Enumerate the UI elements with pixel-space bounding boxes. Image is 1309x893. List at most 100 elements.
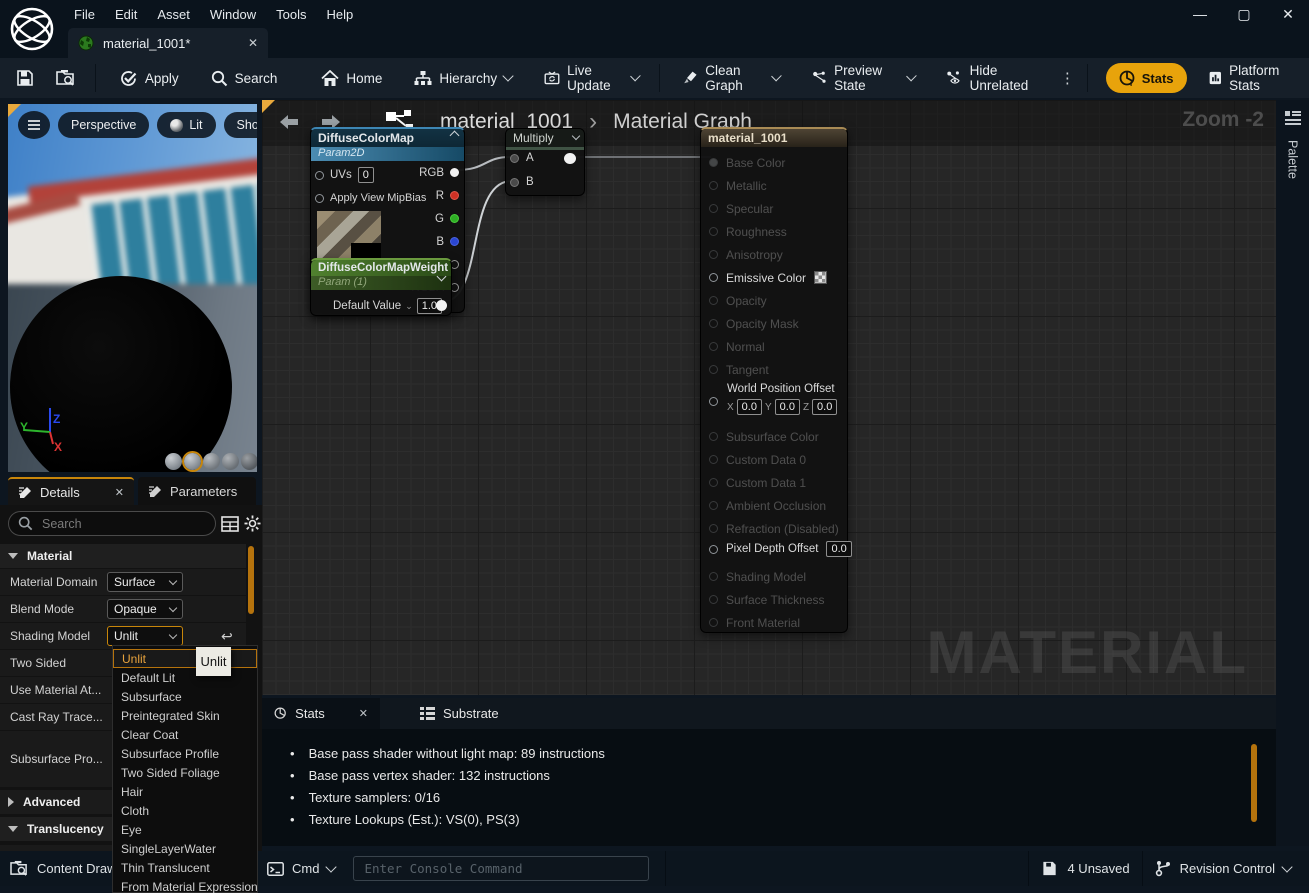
material-input-pin[interactable] — [709, 204, 718, 213]
property-dropdown[interactable]: Surface — [107, 572, 183, 592]
preview-custom-mesh-button[interactable] — [241, 453, 257, 470]
search-button[interactable]: Search — [200, 58, 289, 98]
details-row[interactable]: Blend Mode Opaque ↩ — [0, 596, 246, 622]
material-input-pin-row[interactable]: Anisotropy — [701, 243, 847, 266]
material-input-pin[interactable] — [709, 250, 718, 259]
output-pin-row[interactable]: R — [411, 184, 459, 207]
details-scrollbar[interactable] — [248, 546, 254, 614]
gear-icon[interactable] — [244, 515, 261, 532]
preview-plane-button[interactable] — [203, 453, 220, 470]
wpo-y-value[interactable]: 0.0 — [775, 399, 800, 415]
viewport-options-button[interactable] — [18, 111, 50, 139]
dropdown-option[interactable]: Unlit — [113, 649, 257, 668]
material-input-pin-row[interactable]: Metallic — [701, 174, 847, 197]
dropdown-option[interactable]: Preintegrated Skin — [113, 706, 257, 725]
show-menu-button[interactable]: Show — [224, 112, 257, 138]
material-input-pin[interactable] — [709, 158, 718, 167]
dropdown-option[interactable]: Subsurface — [113, 687, 257, 706]
preview-cylinder-button[interactable] — [165, 453, 182, 470]
hierarchy-button[interactable]: Hierarchy — [403, 58, 523, 98]
collapse-chevron-icon[interactable] — [450, 131, 460, 141]
clean-graph-button[interactable]: Clean Graph — [672, 58, 791, 98]
close-button[interactable]: ✕ — [1273, 2, 1303, 26]
material-input-pin[interactable] — [709, 501, 718, 510]
material-input-pin-row[interactable]: Emissive Color — [701, 266, 847, 289]
material-input-pin[interactable] — [709, 432, 718, 441]
node-multiply[interactable]: Multiply A B — [505, 128, 585, 196]
node-title[interactable]: DiffuseColorMap — [311, 129, 464, 147]
multiply-input-a-pin[interactable] — [510, 154, 519, 163]
output-pin-row[interactable]: B — [411, 230, 459, 253]
console-command-input[interactable] — [362, 860, 640, 877]
material-input-pin[interactable] — [709, 365, 718, 374]
pdo-input-pin[interactable] — [709, 545, 718, 554]
material-input-pin-row[interactable]: Opacity Mask — [701, 312, 847, 335]
node-title[interactable]: DiffuseColorMapWeight — [311, 260, 451, 276]
dropdown-option[interactable]: Default Lit — [113, 668, 257, 687]
apply-button[interactable]: Apply — [108, 58, 190, 98]
tab-material-1001[interactable]: material_1001* ✕ — [68, 28, 268, 58]
material-input-pin[interactable] — [709, 455, 718, 464]
output-pin-row[interactable]: RGB — [411, 161, 459, 184]
material-input-pin-row[interactable]: Surface Thickness — [701, 588, 847, 611]
stats-tab-close-icon[interactable]: ✕ — [359, 707, 368, 720]
output-pin[interactable] — [450, 168, 459, 177]
details-search-input[interactable] — [40, 516, 190, 532]
material-input-pin-row[interactable]: Custom Data 0 — [701, 448, 847, 471]
preview-state-button[interactable]: Preview State — [801, 58, 925, 98]
material-input-pin[interactable] — [709, 478, 718, 487]
maximize-button[interactable]: ▢ — [1229, 2, 1259, 26]
wpo-z-value[interactable]: 0.0 — [812, 399, 837, 415]
display-grid-icon[interactable] — [221, 515, 239, 533]
material-input-pin[interactable] — [709, 572, 718, 581]
platform-stats-button[interactable]: Platform Stats — [1197, 58, 1309, 98]
minimize-button[interactable]: — — [1185, 2, 1215, 26]
node-material-result[interactable]: material_1001 Base Color Metallic — [700, 127, 848, 633]
material-input-pin[interactable] — [709, 227, 718, 236]
preview-viewport[interactable]: Perspective Lit Show Z Y X — [8, 104, 257, 472]
menu-item[interactable]: File — [64, 2, 105, 27]
palette-sidebar[interactable]: Palette — [1276, 100, 1309, 846]
material-graph-panel[interactable]: material_1001 › Material Graph Zoom -2 M… — [262, 100, 1276, 695]
menu-item[interactable]: Asset — [147, 2, 200, 27]
reset-to-default-icon[interactable]: ↩ — [221, 628, 233, 645]
menu-item[interactable]: Tools — [266, 2, 316, 27]
browse-to-asset-button[interactable] — [45, 58, 87, 98]
material-input-pin-row[interactable]: Custom Data 1 — [701, 471, 847, 494]
dropdown-option[interactable]: Hair — [113, 782, 257, 801]
wpo-x-value[interactable]: 0.0 — [737, 399, 762, 415]
details-row[interactable]: Material Domain Surface ↩ — [0, 569, 246, 595]
material-input-pin-row[interactable]: Subsurface Color — [701, 425, 847, 448]
material-input-pin-row[interactable]: Base Color — [701, 151, 847, 174]
uvs-value-box[interactable]: 0 — [358, 167, 374, 183]
material-input-pin-row[interactable]: Shading Model — [701, 565, 847, 588]
home-button[interactable]: Home — [310, 58, 393, 98]
material-input-pin[interactable] — [709, 181, 718, 190]
cmd-selector[interactable]: Cmd — [255, 851, 347, 886]
output-pin[interactable] — [450, 237, 459, 246]
material-input-pin[interactable] — [709, 524, 718, 533]
material-input-pin[interactable] — [709, 595, 718, 604]
material-input-pin-row[interactable]: Specular — [701, 197, 847, 220]
console-command-field[interactable] — [353, 856, 649, 881]
node-title[interactable]: Multiply — [506, 129, 584, 150]
preview-cube-button[interactable] — [222, 453, 239, 470]
revision-control-button[interactable]: Revision Control — [1143, 851, 1303, 886]
dropdown-option[interactable]: Subsurface Profile — [113, 744, 257, 763]
material-input-pin[interactable] — [709, 342, 718, 351]
property-dropdown[interactable]: Opaque — [107, 599, 183, 619]
material-input-pin-row[interactable]: Tangent — [701, 358, 847, 381]
property-dropdown[interactable]: Unlit — [107, 626, 183, 646]
collapse-chevron-icon[interactable] — [572, 132, 580, 140]
menu-item[interactable]: Edit — [105, 2, 147, 27]
material-input-pin[interactable] — [709, 296, 718, 305]
world-position-offset-block[interactable]: World Position Offset X 0.0 Y 0.0 Z 0.0 — [701, 381, 847, 423]
dropdown-option[interactable]: Eye — [113, 820, 257, 839]
wpo-input-pin[interactable] — [709, 397, 718, 406]
output-pin[interactable] — [450, 191, 459, 200]
pdo-value-box[interactable]: 0.0 — [826, 541, 851, 557]
dropdown-option[interactable]: Cloth — [113, 801, 257, 820]
tab-stats[interactable]: Stats ✕ — [262, 698, 380, 729]
stats-scrollbar[interactable] — [1251, 744, 1257, 822]
material-input-pin-row[interactable]: Opacity — [701, 289, 847, 312]
